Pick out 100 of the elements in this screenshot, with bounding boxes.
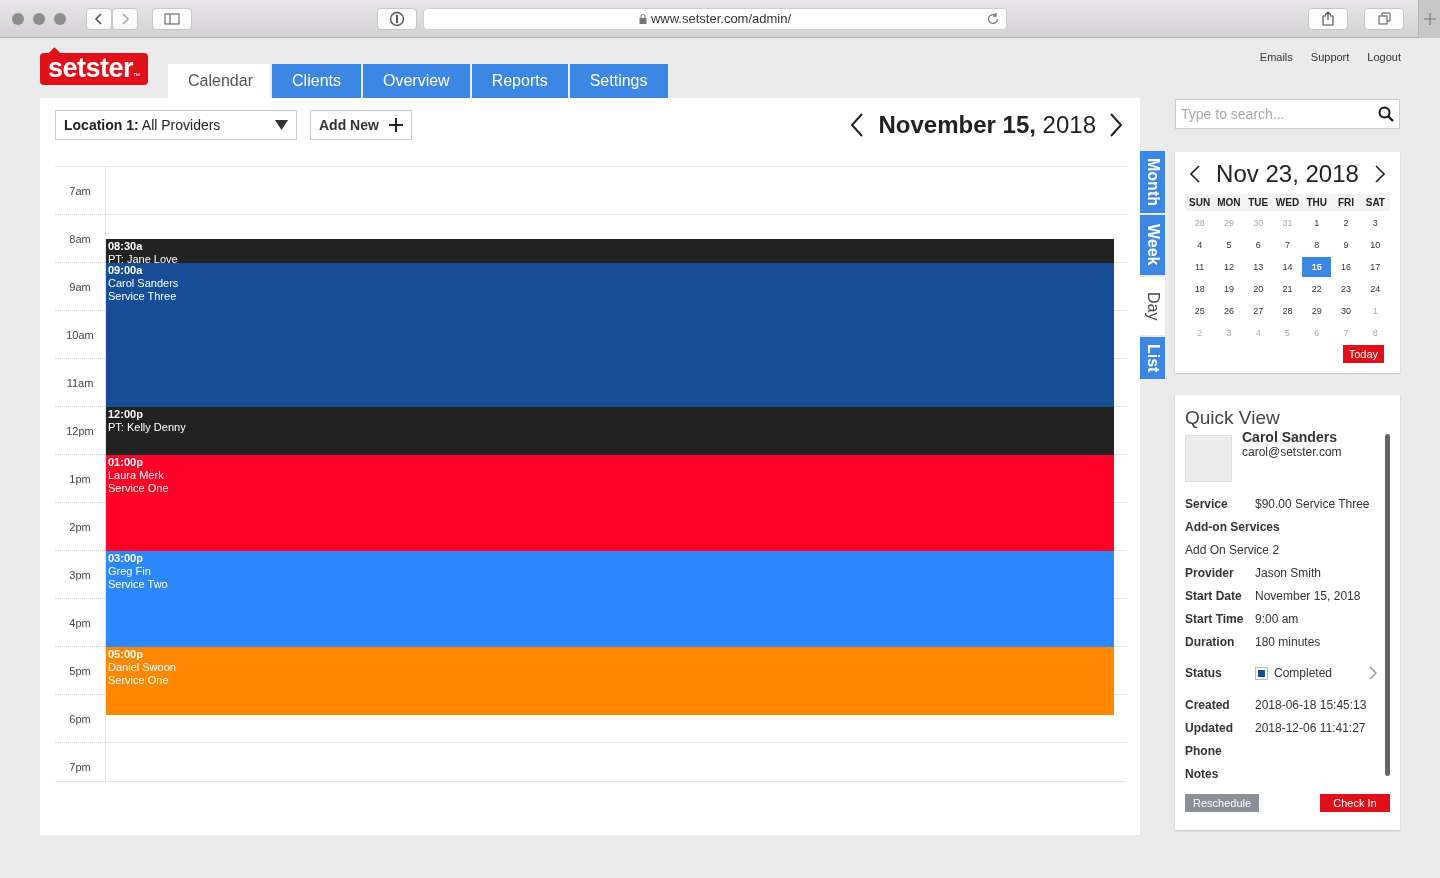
calendar-day[interactable]: 10 [1360,235,1390,255]
client-name: Carol Sanders [1242,429,1338,445]
nav-tab[interactable]: Overview [362,64,470,98]
share-button[interactable] [1308,7,1348,30]
location-select[interactable]: Location 1: All Providers [55,110,297,140]
add-new-button[interactable]: Add New [310,110,412,140]
status-value: Completed [1274,666,1333,680]
sidebar-button[interactable] [152,7,192,30]
calendar-day[interactable]: 28 [1272,301,1303,321]
mini-calendar-title: Nov 23, 2018 [1216,160,1359,188]
hour-label: 8am [69,232,91,245]
calendar-day[interactable]: 29 [1302,301,1332,321]
appointment-block[interactable]: 09:00a Carol Sanders Service Three [106,263,1114,407]
header-link[interactable]: Logout [1367,51,1401,63]
forward-button[interactable] [112,7,138,30]
calendar-day[interactable]: 5 [1214,235,1244,255]
calendar-day[interactable]: 2 [1331,213,1361,233]
hour-label: 7am [69,184,91,197]
view-tab[interactable]: Week [1140,215,1165,275]
hour-label: 6pm [69,712,91,725]
password-icon [389,10,405,27]
window-close-dot[interactable] [12,12,24,25]
appointment-block[interactable]: 01:00p Laura Merk Service One [106,455,1114,551]
new-tab-button[interactable] [1418,0,1440,38]
current-date-heading: November 15, 2018 [878,111,1096,139]
header-link[interactable]: Emails [1259,51,1293,63]
calendar-day[interactable]: 1 [1302,213,1332,233]
reload-icon[interactable] [986,11,1000,26]
chevron-right-icon[interactable] [1369,666,1377,680]
today-button[interactable]: Today [1342,345,1384,363]
tabs-button[interactable] [1364,7,1404,30]
calendar-day[interactable]: 16 [1331,257,1361,277]
calendar-day[interactable]: 15 [1302,257,1332,277]
calendar-day[interactable]: 14 [1272,257,1303,277]
hour-label: 4pm [69,616,91,629]
share-icon [1322,11,1334,26]
field-value: $90.00 Service Three [1255,496,1370,511]
back-button[interactable] [86,7,112,30]
appointment-block[interactable]: 12:00p PT: Kelly Denny [106,407,1114,455]
nav-tab[interactable]: Clients [272,64,361,98]
scrollbar-thumb[interactable] [1385,434,1390,776]
field-label: Status [1185,666,1223,680]
calendar-day[interactable]: 4 [1185,235,1215,255]
field-label: Start Date [1185,588,1243,603]
hour-label: 11am [66,376,94,389]
hour-label: 2pm [69,520,91,533]
calendar-day[interactable]: 21 [1272,279,1303,299]
hour-label: 1pm [69,472,91,485]
calendar-day[interactable]: 18 [1185,279,1215,299]
nav-tab[interactable]: Settings [569,64,668,98]
calendar-day[interactable]: 22 [1302,279,1332,299]
calendar-day[interactable]: 8 [1302,235,1332,255]
calendar-day[interactable]: 25 [1185,301,1215,321]
view-tab[interactable]: Month [1140,151,1165,213]
calendar-day[interactable]: 30 [1331,301,1361,321]
calendar-day[interactable]: 7 [1272,235,1303,255]
weekday-header: SUN MON TUE WED THU FRI SAT [1185,194,1390,211]
field-value: Add On Service 2 [1185,542,1280,557]
hour-label: 3pm [69,568,91,581]
field-value: Jason Smith [1255,565,1322,580]
plus-icon [1423,12,1436,25]
calendar-day[interactable]: 27 [1243,301,1273,321]
field-value: 2018-12-06 11:41:27 [1255,720,1366,735]
quick-view-title: Quick View [1185,407,1281,429]
calendar-day[interactable]: 11 [1185,257,1215,277]
calendar-day[interactable]: 12 [1214,257,1244,277]
calendar-day[interactable]: 23 [1331,279,1361,299]
appointment-block[interactable]: 08:30a PT: Jane Love [106,239,1114,263]
hour-label: 10am [66,328,94,341]
hour-label: 12pm [66,424,94,437]
field-value: 9:00 am [1255,611,1299,626]
plus-icon [388,118,403,132]
calendar-day[interactable]: 19 [1214,279,1244,299]
search-bar[interactable]: Type to search... [1175,99,1400,129]
address-bar[interactable]: www.setster.com/admin/ [423,7,1007,30]
tabs-icon [1377,12,1391,25]
header-link[interactable]: Support [1310,51,1350,63]
sidebar-icon [164,12,180,25]
hour-label: 9am [69,280,91,293]
field-label: Created [1185,697,1231,712]
calendar-day[interactable]: 20 [1243,279,1273,299]
calendar-day[interactable]: 9 [1331,235,1361,255]
calendar-day[interactable]: 17 [1360,257,1390,277]
view-tab[interactable]: Day [1140,276,1165,335]
calendar-day[interactable]: 3 [1360,213,1390,233]
action-button[interactable]: Check In [1320,794,1390,812]
nav-tab[interactable]: Reports [471,64,568,98]
password-button[interactable] [377,7,417,30]
nav-tab[interactable]: Calendar [168,64,271,98]
search-icon[interactable] [1378,106,1394,122]
hour-label: 7pm [69,760,91,773]
calendar-day[interactable]: 6 [1243,235,1273,255]
hour-label: 5pm [69,664,91,677]
calendar-day[interactable]: 13 [1243,257,1273,277]
calendar-day[interactable]: 26 [1214,301,1244,321]
view-tab[interactable]: List [1140,336,1165,380]
window-minimize-dot[interactable] [33,12,45,25]
window-zoom-dot[interactable] [54,12,66,25]
field-label: Service [1185,496,1229,511]
calendar-day[interactable]: 24 [1360,279,1390,299]
